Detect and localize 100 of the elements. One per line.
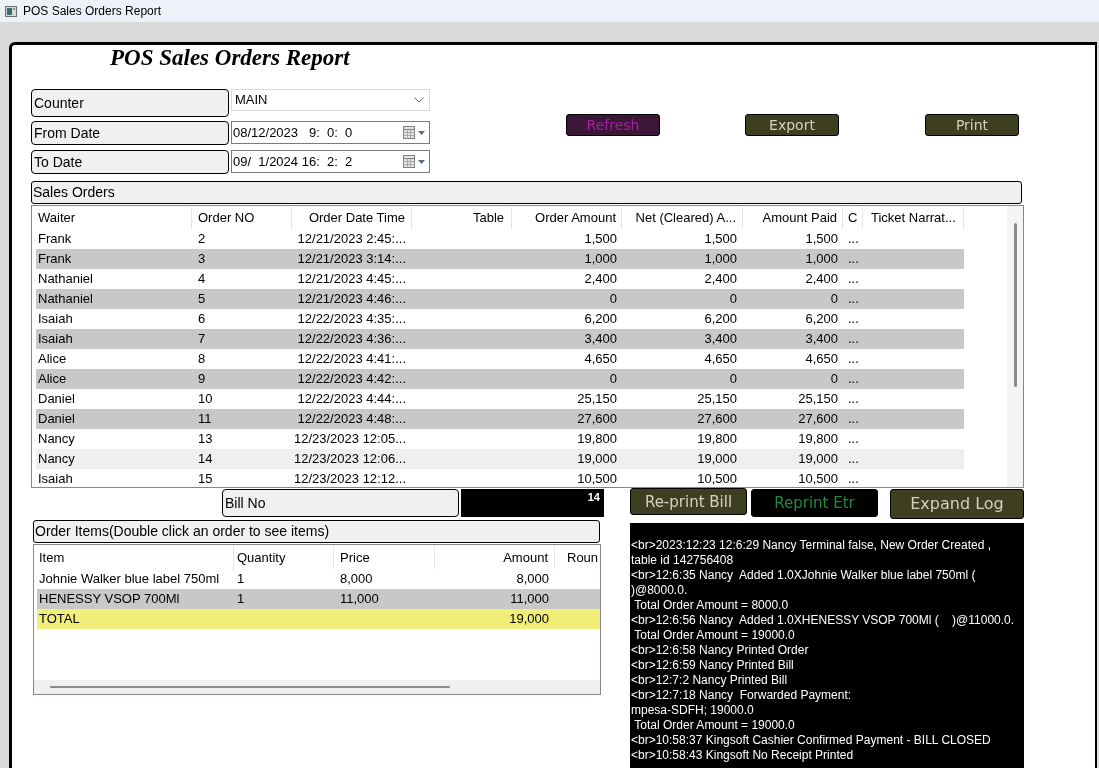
table-cell-text: Nancy — [37, 450, 76, 469]
table-cell-text: 4,650 — [583, 350, 618, 369]
table-cell-text: ... — [847, 290, 860, 309]
table-cell-text: 5 — [197, 290, 207, 309]
table-cell-text: 12/22/2023 4:44:... — [296, 390, 407, 409]
table-cell-text: Nancy — [37, 430, 76, 449]
table-cell-text: 11 — [197, 410, 213, 429]
table-cell-text: Daniel — [37, 390, 76, 409]
table-row[interactable]: Isaiah 7 12/22/2023 4:36:... 3,400 3,400 3,400 ... — [36, 329, 964, 349]
table-cell-text: 12/23/2023 12:05... — [292, 430, 407, 449]
table-cell-text: 3,400 — [804, 330, 839, 349]
table-cell-text: 11,000 — [509, 590, 550, 609]
action-button[interactable]: Export — [745, 114, 839, 136]
table-cell-text: 4 — [197, 270, 207, 289]
action-button[interactable]: Print — [925, 114, 1019, 136]
table-cell-text: ... — [847, 470, 860, 487]
table-cell-text: Frank — [37, 250, 73, 269]
scrollbar-thumb[interactable] — [1013, 223, 1017, 387]
section-header: Order Items(Double click an order to see items) — [33, 520, 600, 543]
table-cell-text: Nathaniel — [37, 270, 94, 289]
scrollbar-thumb[interactable] — [50, 686, 450, 688]
table-cell-text: 27,600 — [797, 410, 839, 429]
table-cell-text: 3 — [197, 250, 207, 269]
table-cell-text: 1,000 — [583, 250, 618, 269]
counter-dropdown[interactable]: MAIN — [231, 89, 430, 111]
table-cell-text: 0 — [829, 290, 839, 309]
table-row[interactable]: Frank 3 12/21/2023 3:14:... 1,000 1,000 1,000 ... — [36, 249, 964, 269]
caret-down-icon[interactable] — [418, 159, 425, 164]
table-cell-text: 12/21/2023 4:45:... — [296, 270, 407, 289]
table-cell-text: 8,000 — [339, 570, 374, 589]
table-cell-text: Isaiah — [37, 310, 74, 329]
table-cell-text: 12/22/2023 4:48:... — [296, 410, 407, 429]
table-cell-text: 25,150 — [576, 390, 618, 409]
table-cell-text: 19,800 — [576, 430, 618, 449]
table-cell-text: 2 — [197, 230, 207, 249]
table-cell-text: 12/21/2023 3:14:... — [296, 250, 407, 269]
app-icon — [5, 5, 17, 17]
calendar-icon[interactable] — [403, 155, 415, 168]
table-cell-text: 9 — [197, 370, 207, 389]
section-header: Sales Orders — [31, 181, 1022, 204]
table-row[interactable]: Nancy 14 12/23/2023 12:06... 19,000 19,000 19,000 ... — [36, 449, 964, 469]
log-entry: mpesa-SDFH; 19000.0 — [631, 703, 755, 718]
table-cell-text: 10,500 — [576, 470, 618, 487]
field-label: From Date — [31, 121, 229, 145]
caret-down-icon[interactable] — [418, 130, 425, 135]
table-cell-text: 2,400 — [703, 270, 738, 289]
log-entry: Total Order Amount = 19000.0 — [633, 718, 796, 733]
table-cell-text: 12/22/2023 4:42:... — [296, 370, 407, 389]
table-row[interactable]: HENESSY VSOP 700Ml 1 11,000 11,000 — [37, 589, 600, 609]
log-entry: <br>2023:12:23 12:6:29 Nancy Terminal false, New Order Created , table id 142756408 — [631, 538, 992, 568]
action-button[interactable]: Expand Log — [890, 489, 1024, 519]
date-field[interactable]: 09/ 1/2024 16: 2: 2 — [231, 150, 430, 173]
total-row[interactable]: TOTAL 19,000 — [37, 609, 600, 629]
table-cell-text: 0 — [608, 370, 618, 389]
table-cell-text: 12/21/2023 2:45:... — [296, 230, 407, 249]
table-cell-text: 3,400 — [703, 330, 738, 349]
table-cell-text: ... — [847, 430, 860, 449]
table-cell-text: 1,000 — [703, 250, 738, 269]
table-cell-text: ... — [847, 250, 860, 269]
table-cell-text: 6 — [197, 310, 207, 329]
log-entry: <br>12:6:58 Nancy Printed Order — [631, 643, 810, 658]
log-entry: <br>12:7:2 Nancy Printed Bill — [631, 673, 789, 688]
table-row[interactable]: Daniel 11 12/22/2023 4:48:... 27,600 27,600 27,600 ... — [36, 409, 964, 429]
action-button[interactable]: Re-print Bill — [630, 488, 747, 515]
table-cell-text: 27,600 — [696, 410, 738, 429]
table-cell-text: 11,000 — [339, 590, 380, 609]
table-cell-text: 0 — [608, 290, 618, 309]
table-cell-text: ... — [847, 390, 860, 409]
table-cell-text: ... — [847, 330, 860, 349]
date-field[interactable]: 08/12/2023 9: 0: 0 — [231, 121, 430, 144]
table-row[interactable]: Nathaniel 5 12/21/2023 4:46:... 0 0 0 ... — [36, 289, 964, 309]
table-cell-text: 12/22/2023 4:36:... — [296, 330, 407, 349]
table-cell-text: 10,500 — [696, 470, 738, 487]
action-button[interactable]: Reprint Etr — [751, 489, 878, 517]
table-cell-text: 4,650 — [703, 350, 738, 369]
table-cell-text: ... — [847, 450, 860, 469]
calendar-icon[interactable] — [403, 126, 415, 139]
table-cell-text: 27,600 — [576, 410, 618, 429]
table-row[interactable]: Alice 9 12/22/2023 4:42:... 0 0 0 ... — [36, 369, 964, 389]
table-cell-text: 13 — [197, 430, 214, 449]
vertical-scrollbar[interactable] — [1007, 206, 1023, 487]
table-cell-text: 3,400 — [583, 330, 618, 349]
table-cell-text: ... — [847, 270, 860, 289]
table-cell-text: 25,150 — [696, 390, 738, 409]
window-title: POS Sales Orders Report — [23, 3, 162, 20]
table-cell-text: 1 — [236, 590, 246, 609]
table-cell-text: Isaiah — [37, 330, 74, 349]
field-label: Bill No — [222, 489, 459, 517]
field-label: To Date — [31, 150, 229, 174]
table-cell-text: 19,000 — [508, 610, 550, 629]
table-cell-text: 1 — [236, 570, 246, 589]
table-cell-text: Johnie Walker blue label 750ml — [38, 570, 221, 589]
table-cell-text: HENESSY VSOP 700Ml — [38, 590, 181, 609]
table-cell-text: 0 — [829, 370, 839, 389]
column-header[interactable]: Roun — [555, 546, 600, 569]
log-entry: <br>12:6:35 Nancy Added 1.0XJohnie Walker blue label 750ml ( )@8000.0. — [631, 568, 977, 598]
table-cell-text: 2,400 — [583, 270, 618, 289]
horizontal-scrollbar[interactable] — [34, 680, 600, 694]
table-cell-text: 19,000 — [797, 450, 839, 469]
table-cell-text: 10 — [197, 390, 214, 409]
